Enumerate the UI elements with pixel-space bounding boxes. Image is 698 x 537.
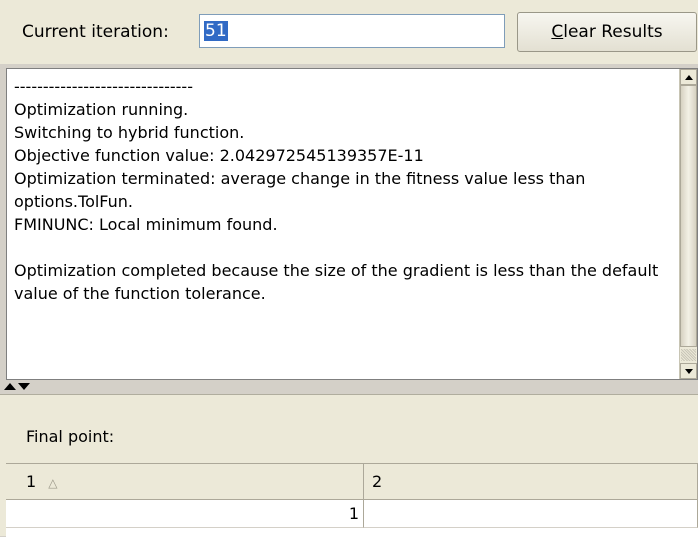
status-output-area[interactable]: ------------------------------- Optimiza…	[6, 68, 698, 380]
scroll-up-arrow-icon[interactable]	[680, 69, 697, 85]
scroll-down-arrow-icon[interactable]	[680, 363, 697, 379]
table-cell[interactable]	[364, 500, 698, 528]
column-header-2[interactable]: 2	[364, 464, 698, 500]
column-header-2-label: 2	[372, 472, 383, 491]
sort-ascending-icon: △	[48, 476, 58, 490]
final-point-table: 1 △ 2 1	[6, 463, 698, 537]
current-iteration-label: Current iteration:	[22, 22, 169, 42]
splitter-expand-down-icon[interactable]	[18, 383, 30, 390]
clear-results-button[interactable]: Clear Results	[517, 12, 697, 52]
panel-splitter[interactable]	[0, 380, 698, 394]
scrollbar-thumb[interactable]	[680, 85, 697, 347]
output-scrollbar[interactable]	[679, 69, 697, 379]
splitter-expand-up-icon[interactable]	[4, 383, 16, 390]
column-header-1-label: 1	[26, 472, 37, 491]
clear-results-accel: C	[551, 22, 564, 42]
status-output-text: ------------------------------- Optimiza…	[14, 77, 659, 303]
table-cell[interactable]: 1	[6, 500, 364, 528]
iteration-panel: Current iteration: 51 Clear Results	[0, 0, 698, 64]
column-header-1[interactable]: 1 △	[6, 464, 364, 500]
clear-results-label: lear Results	[563, 22, 663, 42]
current-iteration-value: 51	[204, 21, 228, 41]
current-iteration-field[interactable]: 51	[199, 14, 505, 48]
final-point-label: Final point:	[26, 427, 115, 446]
scrollbar-track[interactable]	[681, 349, 696, 361]
final-point-panel: Final point: 1 △ 2 1	[0, 394, 698, 537]
